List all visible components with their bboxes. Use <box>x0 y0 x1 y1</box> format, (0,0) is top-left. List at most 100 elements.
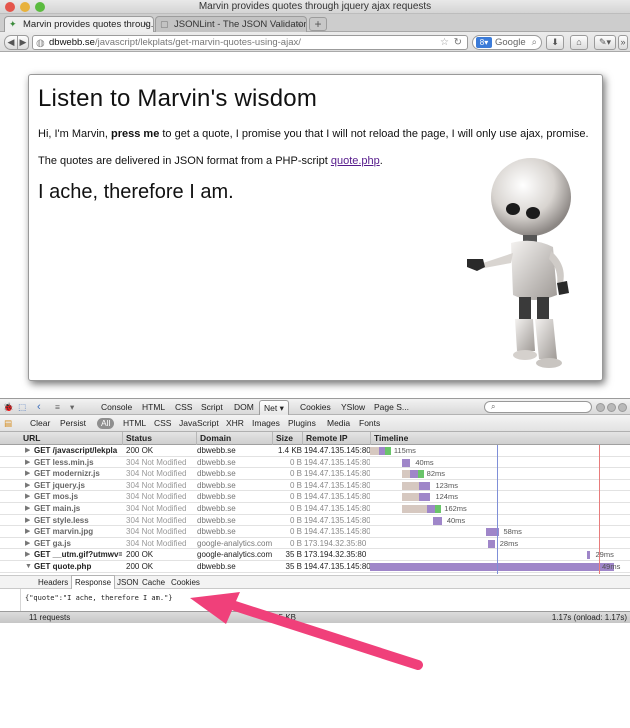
panel-script[interactable]: Script <box>201 399 223 415</box>
column-remote-ip[interactable]: Remote IP <box>302 432 370 445</box>
panel-console[interactable]: Console <box>101 399 132 415</box>
table-row[interactable]: ▶ GET marvin.jpg 304 Not Modified dbwebb… <box>0 526 630 538</box>
command-line-icon[interactable]: ≡ <box>55 399 60 415</box>
firebug-bug-icon[interactable]: 🐞 <box>3 399 14 415</box>
filter-media[interactable]: Media <box>327 415 350 432</box>
tab-marvin[interactable]: ✦ Marvin provides quotes throug... × <box>4 16 154 32</box>
zoom-window-button[interactable] <box>35 2 45 12</box>
column-timeline[interactable]: Timeline <box>370 432 630 445</box>
close-firebug-button[interactable] <box>618 403 627 412</box>
timeline-bar <box>401 493 431 502</box>
home-button[interactable]: ⌂ <box>570 35 588 50</box>
window-title: Marvin provides quotes through jquery aj… <box>198 1 432 12</box>
quote-php-link[interactable]: quote.php <box>331 155 380 167</box>
panel-yslow[interactable]: YSlow <box>341 399 365 415</box>
tab-response[interactable]: Response <box>71 575 116 590</box>
filter-all[interactable]: All <box>97 418 115 429</box>
marvin-card: Listen to Marvin's wisdom Hi, I'm Marvin… <box>28 74 603 381</box>
panel-css[interactable]: CSS <box>175 399 192 415</box>
bookmark-star-icon[interactable]: ☆ <box>440 36 449 49</box>
net-summary-bar: 11 requests 1.5 KB 1.17s (onload: 1.17s) <box>0 611 630 623</box>
close-window-button[interactable] <box>5 2 15 12</box>
table-row[interactable]: ▼ GET quote.php 200 OK dbwebb.se 35 B 19… <box>0 560 630 573</box>
back-panel-icon[interactable]: ‹ <box>37 399 41 415</box>
expand-arrow-icon[interactable]: ▶ <box>25 491 30 502</box>
panel-menu-icon[interactable]: ▾ <box>70 399 74 415</box>
tab-json[interactable]: JSON <box>117 576 138 589</box>
json-info-text: The quotes are delivered in JSON format … <box>38 155 383 167</box>
table-row[interactable]: ▶ GET main.js 304 Not Modified dbwebb.se… <box>0 503 630 515</box>
filter-html[interactable]: HTML <box>123 415 146 432</box>
clear-button[interactable]: Clear <box>30 415 50 432</box>
firebug-button[interactable]: ✎▾ <box>594 35 616 50</box>
new-tab-button[interactable]: + <box>309 17 327 31</box>
column-url[interactable]: URL <box>20 432 40 445</box>
net-options-icon[interactable]: ▤ <box>4 415 12 432</box>
expand-arrow-icon[interactable]: ▶ <box>25 468 30 479</box>
tab-cache[interactable]: Cache <box>142 576 165 589</box>
marvin-robot-image[interactable] <box>463 155 583 375</box>
table-row[interactable]: ▶ GET mos.js 304 Not Modified dbwebb.se … <box>0 491 630 503</box>
blank-area <box>0 623 630 728</box>
expand-arrow-icon[interactable]: ▶ <box>25 457 30 468</box>
google-engine-icon[interactable]: 8▾ <box>476 37 492 48</box>
expand-arrow-icon[interactable]: ▶ <box>25 549 30 560</box>
firebug-search-input[interactable]: ⌕ <box>484 401 592 413</box>
expand-arrow-icon[interactable]: ▶ <box>25 538 30 549</box>
back-button[interactable]: ◀ <box>4 35 18 50</box>
column-domain[interactable]: Domain <box>196 432 272 445</box>
detach-firebug-button[interactable] <box>607 403 616 412</box>
filter-fonts[interactable]: Fonts <box>359 415 380 432</box>
filter-css[interactable]: CSS <box>154 415 171 432</box>
menu-button[interactable]: » <box>618 35 628 50</box>
tab-label: Marvin provides quotes throug... <box>23 19 154 30</box>
panel-net[interactable]: Net ▾ <box>259 400 289 415</box>
search-icon[interactable]: ⌕ <box>532 36 537 49</box>
table-row[interactable]: ▶ GET ga.js 304 Not Modified google-anal… <box>0 538 630 550</box>
expand-arrow-icon[interactable]: ▶ <box>25 515 30 526</box>
forward-button[interactable]: ▶ <box>17 35 29 50</box>
table-row[interactable]: ▶ GET less.min.js 304 Not Modified dbweb… <box>0 457 630 469</box>
timeline-bar <box>401 458 411 467</box>
table-row[interactable]: ▶ GET __utm.gif?utmwv= 200 OK google-ana… <box>0 549 630 561</box>
panel-page-speed[interactable]: Page S... <box>374 399 409 415</box>
expand-arrow-icon[interactable]: ▶ <box>25 526 30 537</box>
close-tab-icon[interactable]: × <box>296 17 302 32</box>
table-row[interactable]: ▶ GET modernizr.js 304 Not Modified dbwe… <box>0 468 630 480</box>
tab-jsonlint[interactable]: ▢ JSONLint - The JSON Validator. × <box>155 16 307 32</box>
panel-cookies[interactable]: Cookies <box>300 399 331 415</box>
response-body: {"quote":"I ache, therefore I am."} <box>20 589 628 611</box>
minimize-firebug-button[interactable] <box>596 403 605 412</box>
panel-html[interactable]: HTML <box>142 399 165 415</box>
expand-arrow-icon[interactable]: ▶ <box>25 503 30 514</box>
downloads-button[interactable]: ⬇ <box>546 35 564 50</box>
timeline-duration: 40ms <box>446 515 466 525</box>
column-size[interactable]: Size <box>272 432 302 445</box>
panel-dom[interactable]: DOM <box>234 399 254 415</box>
search-input[interactable]: 8▾ Google ⌕ <box>472 35 542 50</box>
collapse-arrow-icon[interactable]: ▼ <box>25 561 32 572</box>
filter-xhr[interactable]: XHR <box>226 415 244 432</box>
reload-icon[interactable]: ↻ <box>454 36 462 49</box>
inspect-icon[interactable]: ⬚ <box>18 399 26 415</box>
filter-images[interactable]: Images <box>252 415 280 432</box>
expand-arrow-icon[interactable]: ▶ <box>25 445 30 456</box>
minimize-window-button[interactable] <box>20 2 30 12</box>
table-row[interactable]: ▶ GET jquery.js 304 Not Modified dbwebb.… <box>0 480 630 492</box>
filter-javascript[interactable]: JavaScript <box>179 415 219 432</box>
url-bar[interactable]: ◍ dbwebb.se/javascript/lekplats/get-marv… <box>32 35 468 50</box>
timeline-duration: 28ms <box>499 538 519 548</box>
filter-plugins[interactable]: Plugins <box>288 415 316 432</box>
timeline-duration: 49ms <box>602 561 621 571</box>
close-tab-icon[interactable]: × <box>143 17 149 32</box>
timeline-duration: 115ms <box>393 446 416 455</box>
table-row[interactable]: ▶ GET /javascript/lekpla 200 OK dbwebb.s… <box>0 445 630 457</box>
expand-arrow-icon[interactable]: ▶ <box>25 480 30 491</box>
tab-cookies[interactable]: Cookies <box>171 576 200 589</box>
persist-button[interactable]: Persist <box>60 415 86 432</box>
tab-headers[interactable]: Headers <box>38 576 68 589</box>
table-row[interactable]: ▶ GET style.less 304 Not Modified dbwebb… <box>0 515 630 527</box>
timeline-bar <box>370 447 392 455</box>
column-status[interactable]: Status <box>122 432 196 445</box>
firebug-toolbar: 🐞 ⬚ ‹ ≡ ▾ Console HTML CSS Script DOM Ne… <box>0 398 630 415</box>
